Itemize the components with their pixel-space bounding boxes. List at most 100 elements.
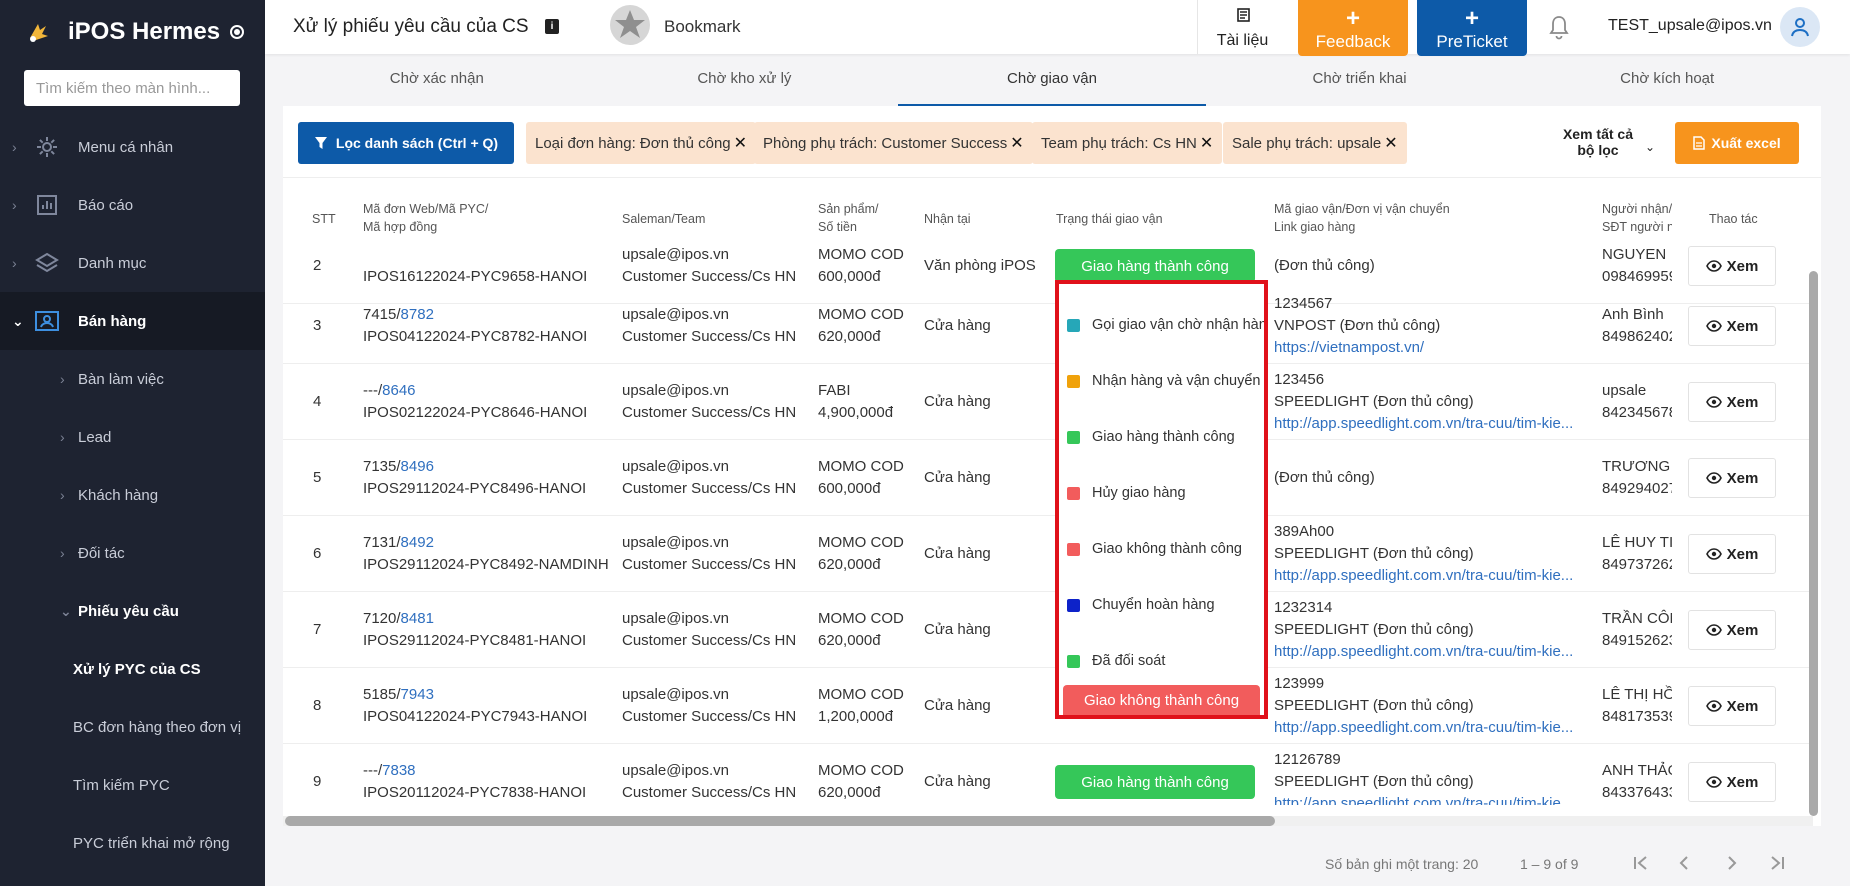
prev-page-icon[interactable] bbox=[1669, 848, 1699, 878]
row-web-pyc: ---/8646 bbox=[363, 380, 416, 402]
sidebar-item-workspace[interactable]: › Bàn làm việc bbox=[0, 350, 265, 408]
status-color-swatch bbox=[1067, 318, 1080, 332]
user-email[interactable]: TEST_upsale@ipos.vn bbox=[1608, 17, 1772, 35]
view-button[interactable]: Xem bbox=[1688, 246, 1776, 286]
sidebar-item-partners[interactable]: › Đối tác bbox=[0, 524, 265, 582]
status-option[interactable]: Hủy giao hàng bbox=[1067, 482, 1186, 504]
avatar[interactable] bbox=[1780, 7, 1820, 47]
tab-awaiting-warehouse[interactable]: Chờ kho xử lý bbox=[591, 58, 899, 106]
brand[interactable]: iPOS Hermes bbox=[0, 0, 265, 64]
view-button[interactable]: Xem bbox=[1688, 762, 1776, 802]
view-button[interactable]: Xem bbox=[1688, 534, 1776, 574]
status-option[interactable]: Giao không thành công bbox=[1067, 538, 1242, 560]
view-all-filters-button[interactable]: Xem tất cả bộ lọc bbox=[1553, 126, 1643, 158]
close-icon[interactable]: ✕ bbox=[1200, 133, 1213, 153]
pyc-link[interactable]: 8782 bbox=[401, 306, 434, 323]
sidebar-item-reports[interactable]: › Báo cáo bbox=[0, 176, 265, 234]
col-product-line1: Sản phẩm/ bbox=[818, 202, 879, 216]
tab-awaiting-deployment[interactable]: Chờ triển khai bbox=[1206, 58, 1514, 106]
filter-list-button[interactable]: Lọc danh sách (Ctrl + Q) bbox=[298, 122, 514, 164]
docs-button[interactable]: Tài liệu bbox=[1197, 0, 1287, 54]
double-chevron-down-icon[interactable]: ⌄ bbox=[1645, 140, 1655, 154]
star-icon[interactable] bbox=[609, 4, 651, 46]
sidebar-item-catalog[interactable]: › Danh mục bbox=[0, 234, 265, 292]
row-ship-link[interactable]: http://app.speedlight.com.vn/tra-cuu/tim… bbox=[1274, 565, 1573, 587]
bookmark-label[interactable]: Bookmark bbox=[664, 17, 741, 37]
sidebar-item-label: Khách hàng bbox=[78, 486, 159, 504]
bell-icon[interactable] bbox=[1547, 14, 1571, 40]
pyc-link[interactable]: 8496 bbox=[401, 458, 434, 475]
view-button[interactable]: Xem bbox=[1688, 382, 1776, 422]
row-ship-link[interactable]: http://app.speedlight.com.vn/tra-cuu/tim… bbox=[1274, 717, 1573, 739]
row-ship-link[interactable]: http://app.speedlight.com.vn/tra-cuu/tim… bbox=[1274, 793, 1573, 805]
view-label: Xem bbox=[1726, 697, 1759, 715]
view-button[interactable]: Xem bbox=[1688, 610, 1776, 650]
feedback-button[interactable]: + Feedback bbox=[1298, 0, 1408, 56]
tab-awaiting-confirmation[interactable]: Chờ xác nhận bbox=[283, 58, 591, 106]
close-icon[interactable]: ✕ bbox=[1384, 133, 1397, 153]
sidebar-item-search-requests[interactable]: Tìm kiếm PYC bbox=[0, 756, 265, 814]
status-option[interactable]: Đã đối soát bbox=[1067, 650, 1165, 672]
status-badge[interactable]: Giao hàng thành công bbox=[1055, 765, 1255, 799]
close-icon[interactable]: ✕ bbox=[1010, 133, 1023, 153]
close-icon[interactable]: ✕ bbox=[734, 133, 747, 153]
filter-chip-team[interactable]: Team phụ trách: Cs HN ✕ bbox=[1032, 122, 1223, 164]
radio-icon[interactable] bbox=[230, 25, 245, 39]
filter-chip-sale[interactable]: Sale phụ trách: upsale ✕ bbox=[1223, 122, 1407, 164]
sidebar-item-expansion-requests[interactable]: PYC triển khai mở rộng bbox=[0, 814, 265, 872]
pyc-link[interactable]: 8646 bbox=[382, 382, 415, 399]
sidebar-item-label: Danh mục bbox=[78, 254, 147, 272]
status-option[interactable]: Giao hàng thành công bbox=[1067, 426, 1235, 448]
status-badge[interactable]: Giao hàng thành công bbox=[1055, 249, 1255, 283]
row-receiver: LÊ THỊ HỒN bbox=[1602, 686, 1672, 703]
sidebar-item-label: Lead bbox=[78, 428, 112, 446]
view-button[interactable]: Xem bbox=[1688, 458, 1776, 498]
pyc-link[interactable]: 7943 bbox=[401, 686, 434, 703]
sidebar-item-personal-menu[interactable]: › Menu cá nhân bbox=[0, 118, 265, 176]
row-received-at: Cửa hàng bbox=[924, 697, 991, 714]
status-option[interactable]: Nhận hàng và vận chuyển bbox=[1067, 370, 1261, 392]
tab-awaiting-activation[interactable]: Chờ kích hoạt bbox=[1513, 58, 1821, 106]
rows-per-page[interactable]: Số bản ghi một trang: 20 bbox=[1325, 856, 1478, 872]
info-icon[interactable]: i bbox=[545, 19, 559, 34]
row-amount: 600,000đ bbox=[818, 268, 881, 285]
sidebar-item-customers[interactable]: › Khách hàng bbox=[0, 466, 265, 524]
sidebar-item-cs-requests[interactable]: Xử lý PYC của CS bbox=[0, 640, 265, 698]
sidebar-item-lead[interactable]: › Lead bbox=[0, 408, 265, 466]
shipping-status-dropdown[interactable]: Gọi giao vận chờ nhận hàng Nhận hàng và v… bbox=[1055, 280, 1268, 719]
sidebar-item-label: Phiếu yêu cầu bbox=[78, 602, 179, 620]
row-ship-link[interactable]: http://app.speedlight.com.vn/tra-cuu/tim… bbox=[1274, 641, 1573, 663]
table-row: 8 5185/7943 IPOS04122024-PYC7943-HANOI upsa… bbox=[283, 668, 1813, 744]
row-ship-link[interactable]: https://vietnampost.vn/ bbox=[1274, 337, 1424, 359]
pyc-link[interactable]: 8481 bbox=[401, 610, 434, 627]
sidebar-item-sales[interactable]: ⌄ Bán hàng bbox=[0, 292, 265, 350]
filter-chip-department[interactable]: Phòng phụ trách: Customer Success ✕ bbox=[754, 122, 1033, 164]
view-button[interactable]: Xem bbox=[1688, 686, 1776, 726]
row-received-at: Cửa hàng bbox=[924, 545, 991, 562]
row-ship-link[interactable]: http://app.speedlight.com.vn/tra-cuu/tim… bbox=[1274, 413, 1573, 435]
tab-awaiting-shipping[interactable]: Chờ giao vận bbox=[898, 58, 1206, 106]
sidebar-item-requests[interactable]: ⌄ Phiếu yêu cầu bbox=[0, 582, 265, 640]
filter-chip-order-type[interactable]: Loại đơn hàng: Đơn thủ công ✕ bbox=[526, 122, 757, 164]
export-excel-button[interactable]: Xuất excel bbox=[1675, 122, 1799, 164]
table-row: 6 7131/8492 IPOS29112024-PYC8492-NAMDINH up… bbox=[283, 516, 1813, 592]
web-order-id: ---/ bbox=[363, 762, 383, 779]
view-button[interactable]: Xem bbox=[1688, 306, 1776, 346]
selected-status-badge[interactable]: Giao không thành công bbox=[1063, 685, 1260, 715]
first-page-icon[interactable] bbox=[1626, 848, 1656, 878]
view-label: Xem bbox=[1726, 773, 1759, 791]
row-team: Customer Success/Cs HN bbox=[622, 328, 797, 345]
sidebar-item-order-report[interactable]: BC đơn hàng theo đơn vị bbox=[0, 698, 265, 756]
last-page-icon[interactable] bbox=[1762, 848, 1792, 878]
status-option[interactable]: Chuyển hoàn hàng bbox=[1067, 594, 1215, 616]
horizontal-scroll-thumb[interactable] bbox=[285, 816, 1275, 826]
status-option[interactable]: Gọi giao vận chờ nhận hàng bbox=[1067, 314, 1264, 336]
pyc-link[interactable]: 8492 bbox=[401, 534, 434, 551]
pyc-link[interactable]: 7838 bbox=[382, 762, 415, 779]
next-page-icon[interactable] bbox=[1717, 848, 1747, 878]
sidebar-search-input[interactable] bbox=[24, 70, 240, 106]
row-contract-code: IPOS20112024-PYC7838-HANOI bbox=[363, 784, 587, 801]
preticket-button[interactable]: + PreTicket bbox=[1417, 0, 1527, 56]
chart-icon bbox=[32, 190, 62, 220]
vertical-scroll-thumb[interactable] bbox=[1809, 271, 1818, 816]
